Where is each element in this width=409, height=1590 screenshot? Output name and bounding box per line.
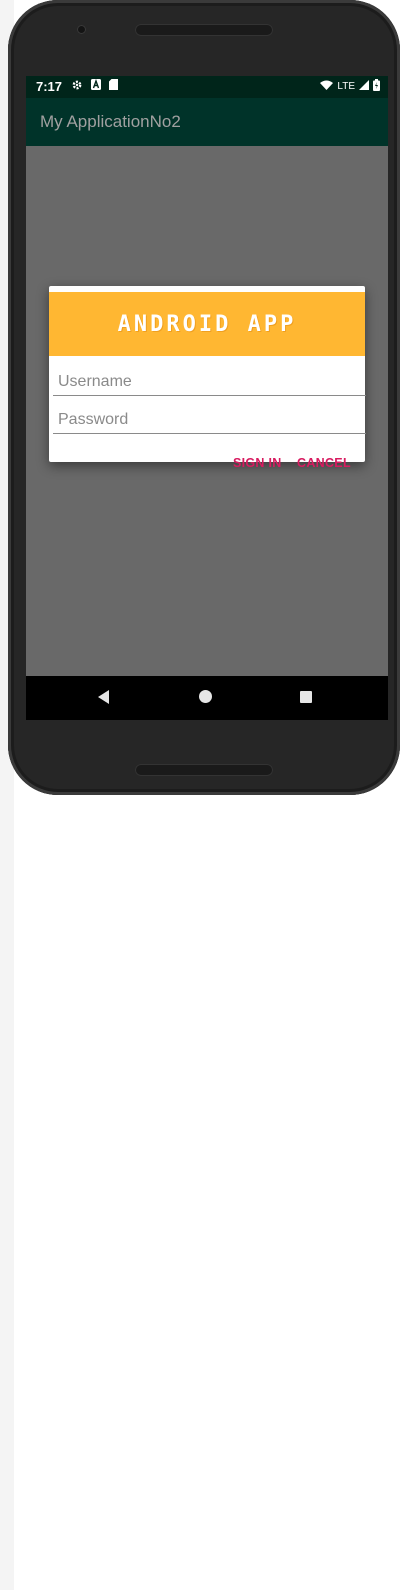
- a-letter-icon: [91, 78, 101, 94]
- status-notification-icons: [71, 78, 118, 94]
- network-type: LTE: [337, 81, 355, 92]
- wifi-icon: [320, 80, 334, 93]
- username-field[interactable]: [53, 369, 366, 396]
- app-logo: ANDROID APP: [117, 311, 297, 337]
- device-screen: 7:17 LTE My ApplicationNo2 ANDROID APP U…: [26, 76, 388, 720]
- battery-icon: [373, 79, 380, 94]
- navigation-bar: [26, 676, 388, 720]
- earpiece-speaker: [135, 24, 273, 36]
- sign-in-dialog: ANDROID APP SIGN IN CANCEL: [49, 286, 366, 470]
- dialog-header-banner: ANDROID APP: [49, 292, 365, 356]
- back-icon[interactable]: [98, 690, 109, 704]
- front-camera: [77, 25, 86, 34]
- bottom-speaker: [135, 764, 273, 776]
- phone-frame: 7:17 LTE My ApplicationNo2 ANDROID APP U…: [8, 0, 400, 795]
- cancel-button[interactable]: CANCEL: [297, 456, 351, 470]
- status-time: 7:17: [36, 79, 63, 94]
- app-title: My ApplicationNo2: [40, 112, 181, 131]
- background-ide-right: [0, 795, 14, 1590]
- password-field[interactable]: [53, 407, 366, 434]
- app-bar: My ApplicationNo2: [26, 98, 388, 146]
- recents-icon[interactable]: [300, 691, 312, 703]
- home-icon[interactable]: [199, 690, 212, 703]
- signal-icon: [359, 80, 369, 93]
- sign-in-button[interactable]: SIGN IN: [233, 456, 282, 470]
- sd-card-icon: [109, 79, 118, 94]
- status-system-icons: LTE: [320, 79, 380, 94]
- status-bar: 7:17 LTE: [26, 76, 388, 98]
- gear-icon: [71, 79, 83, 94]
